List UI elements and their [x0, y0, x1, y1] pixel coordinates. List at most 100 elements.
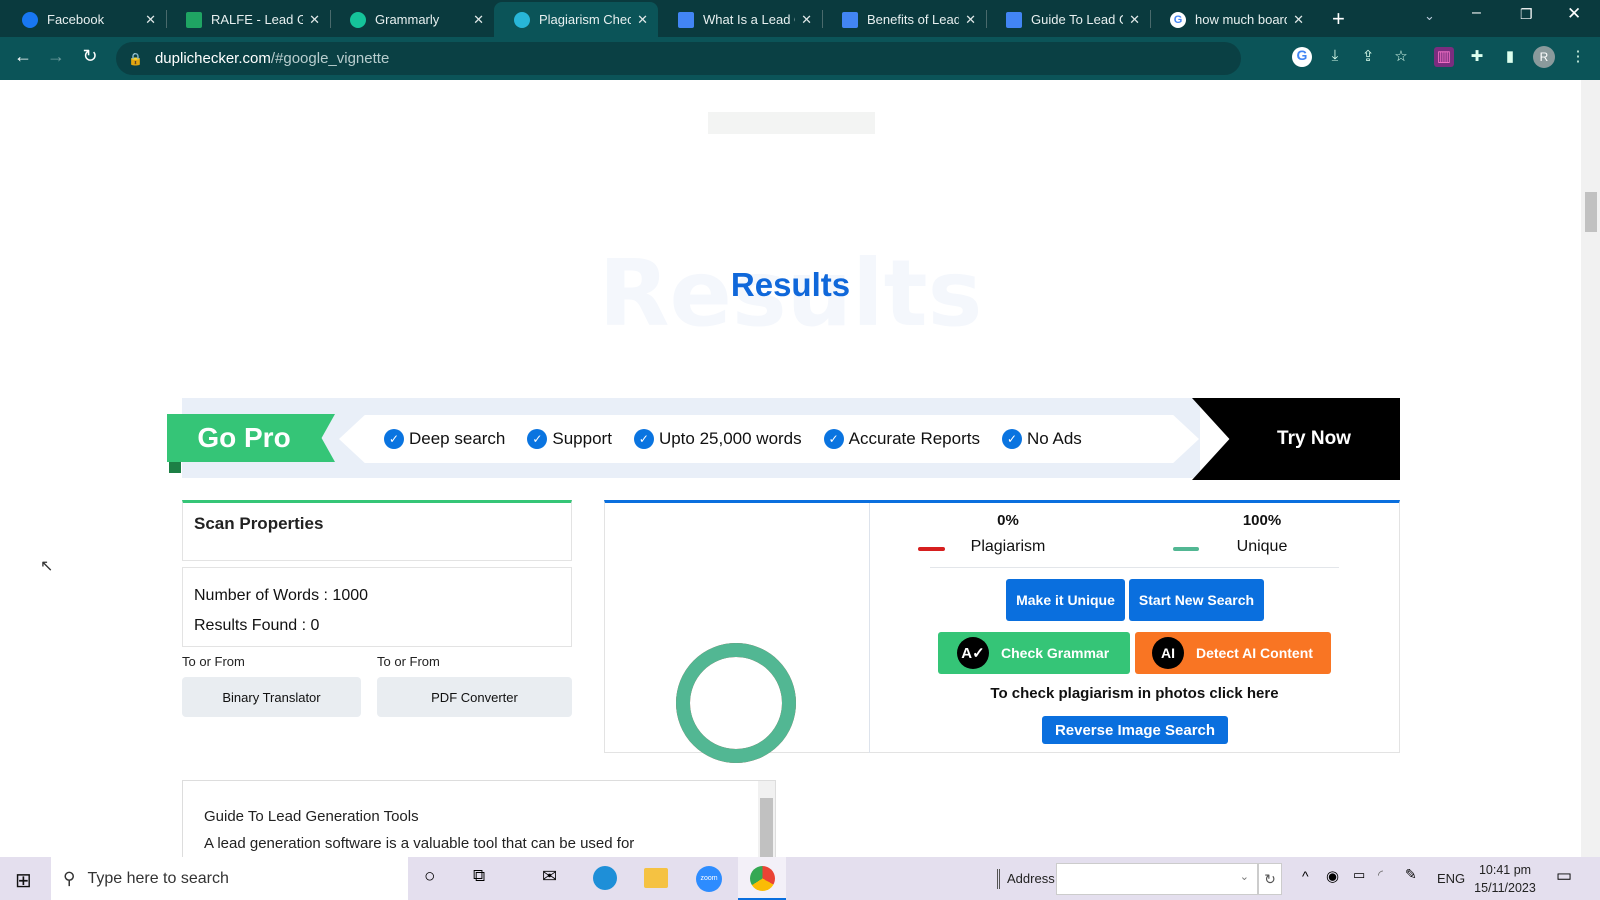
page-title: Results — [730, 266, 851, 303]
pen-icon[interactable]: ✎ — [1405, 866, 1417, 883]
unique-legend-swatch — [1173, 547, 1199, 551]
tab-separator — [822, 10, 823, 28]
scan-properties-header: Scan Properties — [182, 500, 572, 561]
notifications-icon[interactable]: ▭ — [1556, 866, 1572, 886]
page-content: Results Results Go Pro ✓ Deep search ✓ Sup… — [0, 80, 1581, 857]
zoom-app-icon[interactable]: zoom — [696, 866, 722, 892]
taskbar-address-input[interactable]: ⌄ — [1056, 863, 1258, 895]
tab-separator — [330, 10, 331, 28]
start-new-search-button[interactable]: Start New Search — [1129, 579, 1264, 621]
facebook-icon — [22, 11, 38, 28]
tab-close-icon[interactable]: ✕ — [801, 12, 812, 28]
tab[interactable]: Ghow much board ✕ — [1150, 2, 1314, 37]
mail-icon[interactable]: ✉ — [542, 866, 557, 887]
feature-item: ✓ No Ads — [1001, 429, 1082, 449]
install-icon[interactable]: ⤓ — [1325, 47, 1345, 67]
lock-icon: 🔒 — [128, 51, 143, 66]
extension-icon[interactable]: ▥ — [1434, 47, 1454, 67]
donut-unique-arc — [676, 643, 796, 763]
back-button[interactable]: ← — [11, 46, 35, 67]
windows-start-icon[interactable]: ⊞ — [15, 868, 32, 893]
page-scroll-thumb[interactable] — [1585, 192, 1597, 232]
tab[interactable]: Benefits of Lead Gen ✕ — [822, 2, 986, 37]
photo-check-text: To check plagiarism in photos click here — [990, 685, 1279, 702]
textarea-scroll-thumb[interactable] — [760, 798, 773, 857]
go-pro-badge: Go Pro — [167, 414, 335, 462]
chevron-down-icon[interactable]: ⌄ — [1240, 870, 1249, 883]
make-it-unique-button[interactable]: Make it Unique — [1006, 579, 1125, 621]
docs-icon — [842, 11, 858, 28]
sheets-icon — [186, 11, 202, 28]
tab-close-icon[interactable]: ✕ — [309, 12, 320, 28]
language-indicator[interactable]: ENG — [1437, 871, 1465, 886]
tab[interactable]: Plagiarism Checker ✕ — [494, 2, 658, 37]
task-view-icon[interactable]: ⧉ — [473, 866, 485, 886]
tab-label: Plagiarism Checker — [539, 12, 632, 27]
check-circle-icon: ✓ — [1001, 429, 1022, 449]
tab-close-icon[interactable]: ✕ — [637, 12, 648, 28]
try-now-button[interactable]: Try Now — [1192, 398, 1400, 480]
address-go-icon[interactable]: ↻ — [1258, 863, 1282, 895]
pdf-converter-button[interactable]: PDF Converter — [377, 677, 572, 717]
side-panel-icon[interactable]: ▮ — [1500, 47, 1520, 67]
edge-icon[interactable] — [593, 866, 617, 890]
textarea-scrollbar[interactable] — [758, 781, 775, 857]
unique-label: Unique — [1236, 538, 1288, 555]
tab-search-icon[interactable]: ⌄ — [1424, 8, 1435, 24]
tab-label: What Is a Lead Gen — [703, 12, 795, 27]
google-lens-icon[interactable]: G — [1292, 47, 1312, 67]
chevron-up-icon[interactable]: ^ — [1302, 868, 1309, 884]
tab-close-icon[interactable]: ✕ — [1293, 12, 1304, 28]
address-toolbar-label: Address — [1007, 871, 1055, 886]
bookmark-star-icon[interactable]: ☆ — [1391, 47, 1411, 67]
tab-close-icon[interactable]: ✕ — [965, 12, 976, 28]
tab[interactable]: Guide To Lead Gen ✕ — [986, 2, 1150, 37]
check-grammar-button[interactable]: A✓ Check Grammar — [938, 632, 1130, 674]
clock-date: 15/11/2023 — [1474, 881, 1536, 895]
new-tab-button[interactable]: + — [1332, 6, 1345, 32]
plagiarism-legend-swatch — [918, 547, 945, 551]
tab-close-icon[interactable]: ✕ — [473, 12, 484, 28]
file-explorer-icon[interactable] — [644, 868, 668, 888]
detect-ai-content-button[interactable]: AI Detect AI Content — [1135, 632, 1331, 674]
menu-kebab-icon[interactable]: ⋮ — [1568, 47, 1588, 67]
extensions-puzzle-icon[interactable]: ✚ — [1467, 47, 1487, 67]
taskbar-search[interactable]: ⚲ Type here to search — [51, 857, 408, 900]
check-grammar-label: Check Grammar — [1001, 645, 1110, 661]
cortana-icon[interactable]: ○ — [424, 866, 435, 888]
tab-separator — [1150, 10, 1151, 28]
scan-properties-heading: Scan Properties — [194, 514, 324, 533]
docs-icon — [1006, 11, 1022, 28]
tab-label: Benefits of Lead Gen — [867, 12, 960, 27]
feature-label: No Ads — [1026, 429, 1082, 448]
minimize-button[interactable]: – — [1472, 4, 1481, 22]
restore-button[interactable]: ❐ — [1520, 6, 1533, 23]
feature-label: Support — [552, 429, 612, 448]
record-icon[interactable]: ◉ — [1326, 867, 1339, 885]
tab[interactable]: RALFE - Lead Gen ✕ — [166, 2, 330, 37]
tab-label: how much board — [1195, 12, 1288, 27]
binary-translator-button[interactable]: Binary Translator — [182, 677, 361, 717]
input-text-area[interactable]: Guide To Lead Generation Tools A lead ge… — [182, 780, 776, 857]
chrome-taskbar-button[interactable] — [738, 857, 786, 900]
wifi-icon[interactable]: ◜ — [1378, 867, 1383, 883]
toolbar-grip — [997, 869, 1000, 889]
tab-label: Grammarly — [375, 12, 440, 27]
reload-button[interactable]: ↻ — [78, 46, 102, 67]
battery-icon[interactable]: ▭ — [1353, 867, 1365, 883]
clock[interactable]: 10:41 pm 15/11/2023 — [1470, 861, 1540, 897]
profile-avatar[interactable]: R — [1533, 46, 1555, 68]
tab[interactable]: Facebook ✕ — [2, 2, 166, 37]
tab[interactable]: What Is a Lead Gen ✕ — [658, 2, 822, 37]
forward-button[interactable]: → — [44, 46, 68, 67]
share-icon[interactable]: ⇪ — [1358, 47, 1378, 67]
address-bar[interactable]: 🔒 duplichecker.com/#google_vignette — [116, 42, 1241, 75]
tab[interactable]: Grammarly ✕ — [330, 2, 494, 37]
tab-separator — [986, 10, 987, 28]
results-found: Results Found : 0 — [194, 617, 320, 634]
tab-close-icon[interactable]: ✕ — [145, 12, 156, 28]
close-window-button[interactable]: ✕ — [1567, 4, 1581, 24]
tab-close-icon[interactable]: ✕ — [1129, 12, 1140, 28]
ribbon-fold — [169, 462, 181, 473]
reverse-image-search-button[interactable]: Reverse Image Search — [1042, 716, 1228, 744]
